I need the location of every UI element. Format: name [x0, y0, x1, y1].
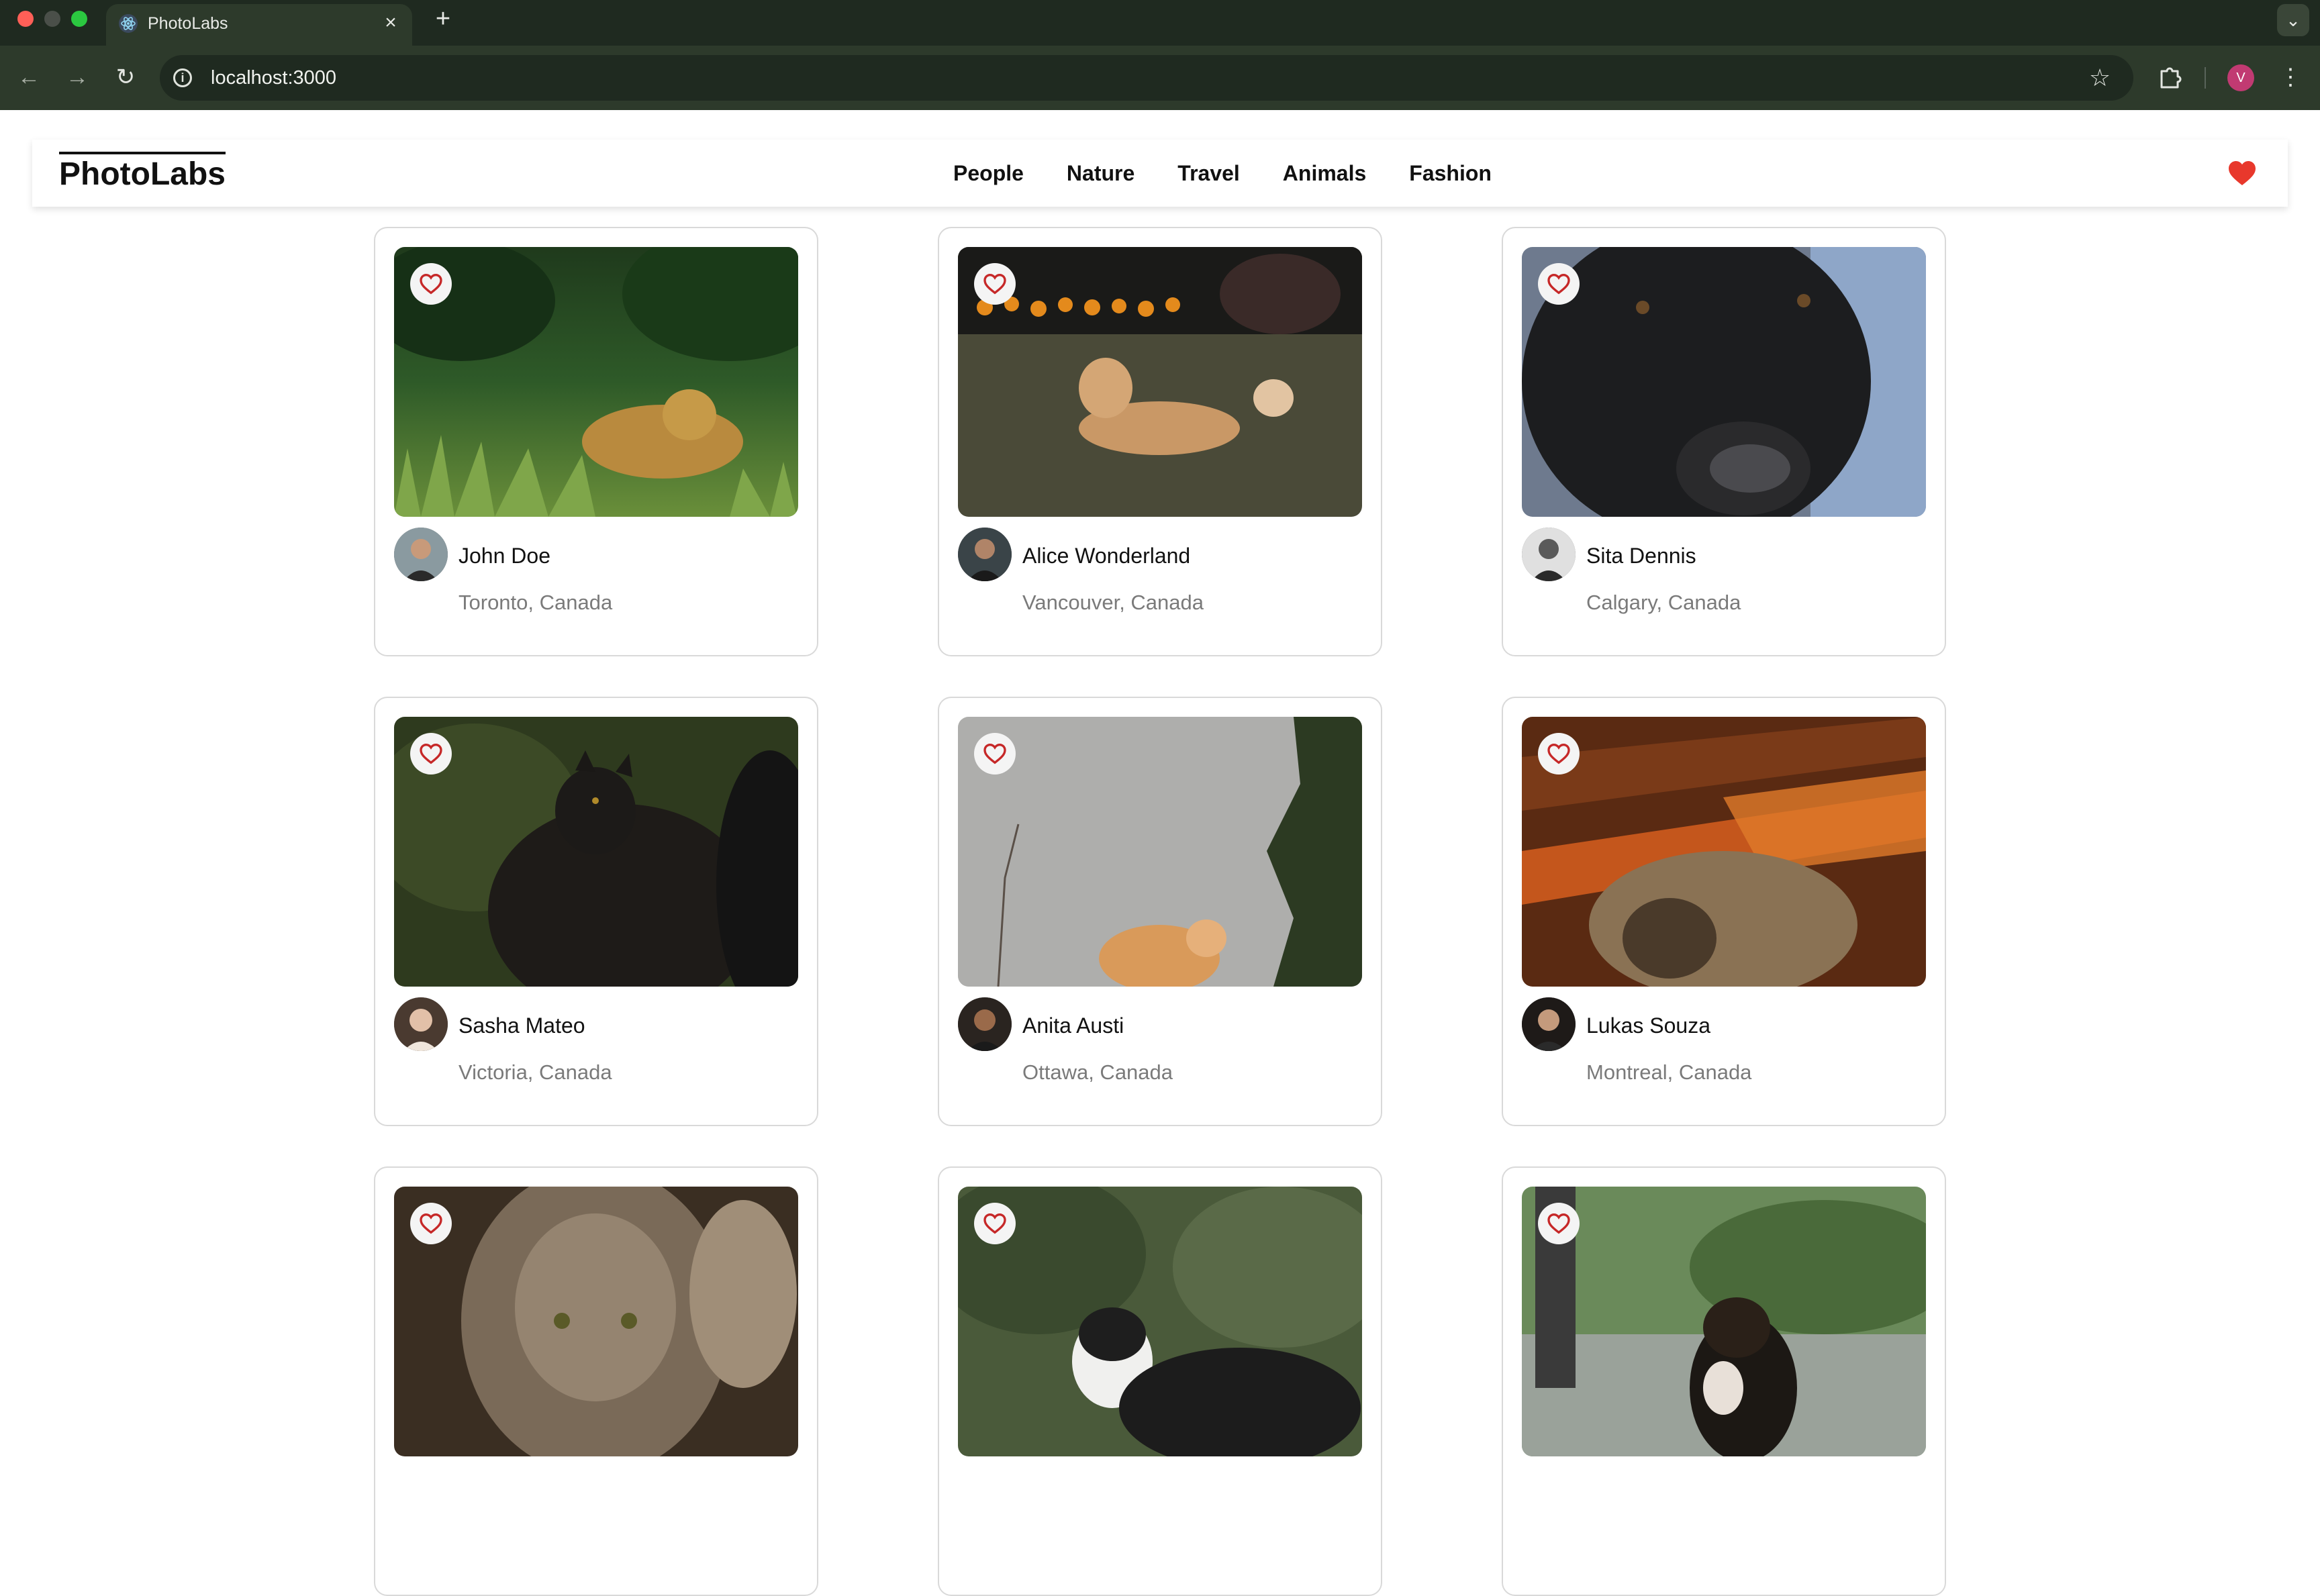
user-name: Sita Dennis — [1586, 544, 1696, 568]
photo-list-item: Lukas Souza Montreal, Canada — [1502, 697, 1946, 1126]
back-arrow-icon[interactable]: ← — [13, 62, 44, 93]
heart-outline-icon — [420, 273, 442, 295]
top-navigation-bar: PhotoLabs People Nature Travel Animals F… — [32, 140, 2288, 207]
forward-arrow-icon[interactable]: → — [62, 62, 93, 93]
photo-list-item — [938, 1166, 1382, 1596]
photo-image[interactable] — [394, 247, 798, 517]
favourite-button[interactable] — [974, 263, 1016, 305]
photo-image[interactable] — [1522, 717, 1926, 987]
tab-search-button[interactable]: ⌄ — [2277, 4, 2309, 36]
topic-fashion[interactable]: Fashion — [1409, 160, 1492, 187]
user-location: Vancouver, Canada — [1022, 591, 1204, 614]
user-name: Lukas Souza — [1586, 1013, 1711, 1038]
topic-travel[interactable]: Travel — [1177, 160, 1240, 187]
heart-outline-icon — [1547, 273, 1570, 295]
avatar — [394, 997, 448, 1051]
photo-list-item: Sasha Mateo Victoria, Canada — [374, 697, 818, 1126]
favourite-button[interactable] — [1538, 1203, 1580, 1244]
user-location: Montreal, Canada — [1586, 1060, 1752, 1084]
photo-image[interactable] — [1522, 1187, 1926, 1456]
favourite-button[interactable] — [974, 733, 1016, 775]
favourite-button[interactable] — [974, 1203, 1016, 1244]
url-text[interactable]: localhost:3000 — [211, 67, 336, 89]
tab-title: PhotoLabs — [148, 14, 228, 33]
topic-nature[interactable]: Nature — [1067, 160, 1134, 187]
photo-list-item — [1502, 1166, 1946, 1596]
react-favicon-icon — [119, 14, 138, 33]
photo-image[interactable] — [958, 717, 1362, 987]
heart-outline-icon — [1547, 1213, 1570, 1234]
maximize-window-button[interactable] — [71, 11, 87, 27]
avatar — [1522, 528, 1576, 581]
heart-outline-icon — [983, 273, 1006, 295]
favourite-button[interactable] — [1538, 263, 1580, 305]
browser-menu-icon[interactable]: ⋮ — [2277, 62, 2304, 93]
browser-tab-bar: PhotoLabs × + ⌄ — [0, 0, 2320, 46]
reload-icon[interactable]: ↻ — [110, 62, 141, 93]
profile-avatar[interactable]: V — [2227, 64, 2254, 91]
photo-list-item: Anita Austi Ottawa, Canada — [938, 697, 1382, 1126]
user-name: Alice Wonderland — [1022, 544, 1191, 568]
topic-list: People Nature Travel Animals Fashion — [953, 160, 1535, 187]
heart-outline-icon — [420, 743, 442, 764]
avatar — [394, 528, 448, 581]
address-bar[interactable]: i localhost:3000 ☆ — [160, 55, 2133, 101]
minimize-window-button[interactable] — [44, 11, 60, 27]
photo-image[interactable] — [958, 1187, 1362, 1456]
heart-outline-icon — [983, 743, 1006, 764]
favourite-button[interactable] — [1538, 733, 1580, 775]
heart-outline-icon — [420, 1213, 442, 1234]
close-tab-icon[interactable]: × — [377, 9, 404, 36]
photo-image[interactable] — [1522, 247, 1926, 517]
user-name: Anita Austi — [1022, 1013, 1124, 1038]
new-tab-button[interactable]: + — [428, 4, 458, 34]
user-location: Calgary, Canada — [1586, 591, 1741, 614]
user-name: Sasha Mateo — [458, 1013, 585, 1038]
photo-image[interactable] — [958, 247, 1362, 517]
heart-filled-icon[interactable] — [2226, 157, 2258, 189]
user-location: Ottawa, Canada — [1022, 1060, 1173, 1084]
avatar — [958, 528, 1012, 581]
topic-people[interactable]: People — [953, 160, 1024, 187]
favourite-button[interactable] — [410, 263, 452, 305]
photo-list-item — [374, 1166, 818, 1596]
browser-toolbar: ← → ↻ i localhost:3000 ☆ V ⋮ — [0, 46, 2320, 110]
close-window-button[interactable] — [17, 11, 34, 27]
photo-list-item: Alice Wonderland Vancouver, Canada — [938, 227, 1382, 656]
user-location: Toronto, Canada — [458, 591, 613, 614]
favourite-button[interactable] — [410, 733, 452, 775]
photo-list-item: Sita Dennis Calgary, Canada — [1502, 227, 1946, 656]
avatar — [1522, 997, 1576, 1051]
photo-list-item: John Doe Toronto, Canada — [374, 227, 818, 656]
app-logo[interactable]: PhotoLabs — [59, 152, 226, 193]
topic-animals[interactable]: Animals — [1283, 160, 1366, 187]
photo-image[interactable] — [394, 1187, 798, 1456]
extensions-puzzle-icon[interactable] — [2155, 62, 2186, 93]
toolbar-divider — [2205, 67, 2206, 89]
bookmark-star-icon[interactable]: ☆ — [2086, 64, 2113, 91]
avatar — [958, 997, 1012, 1051]
browser-tab[interactable]: PhotoLabs × — [106, 4, 412, 46]
user-name: John Doe — [458, 544, 550, 568]
photo-image[interactable] — [394, 717, 798, 987]
site-info-icon[interactable]: i — [173, 68, 192, 87]
user-location: Victoria, Canada — [458, 1060, 612, 1084]
heart-outline-icon — [1547, 743, 1570, 764]
favourite-button[interactable] — [410, 1203, 452, 1244]
heart-outline-icon — [983, 1213, 1006, 1234]
